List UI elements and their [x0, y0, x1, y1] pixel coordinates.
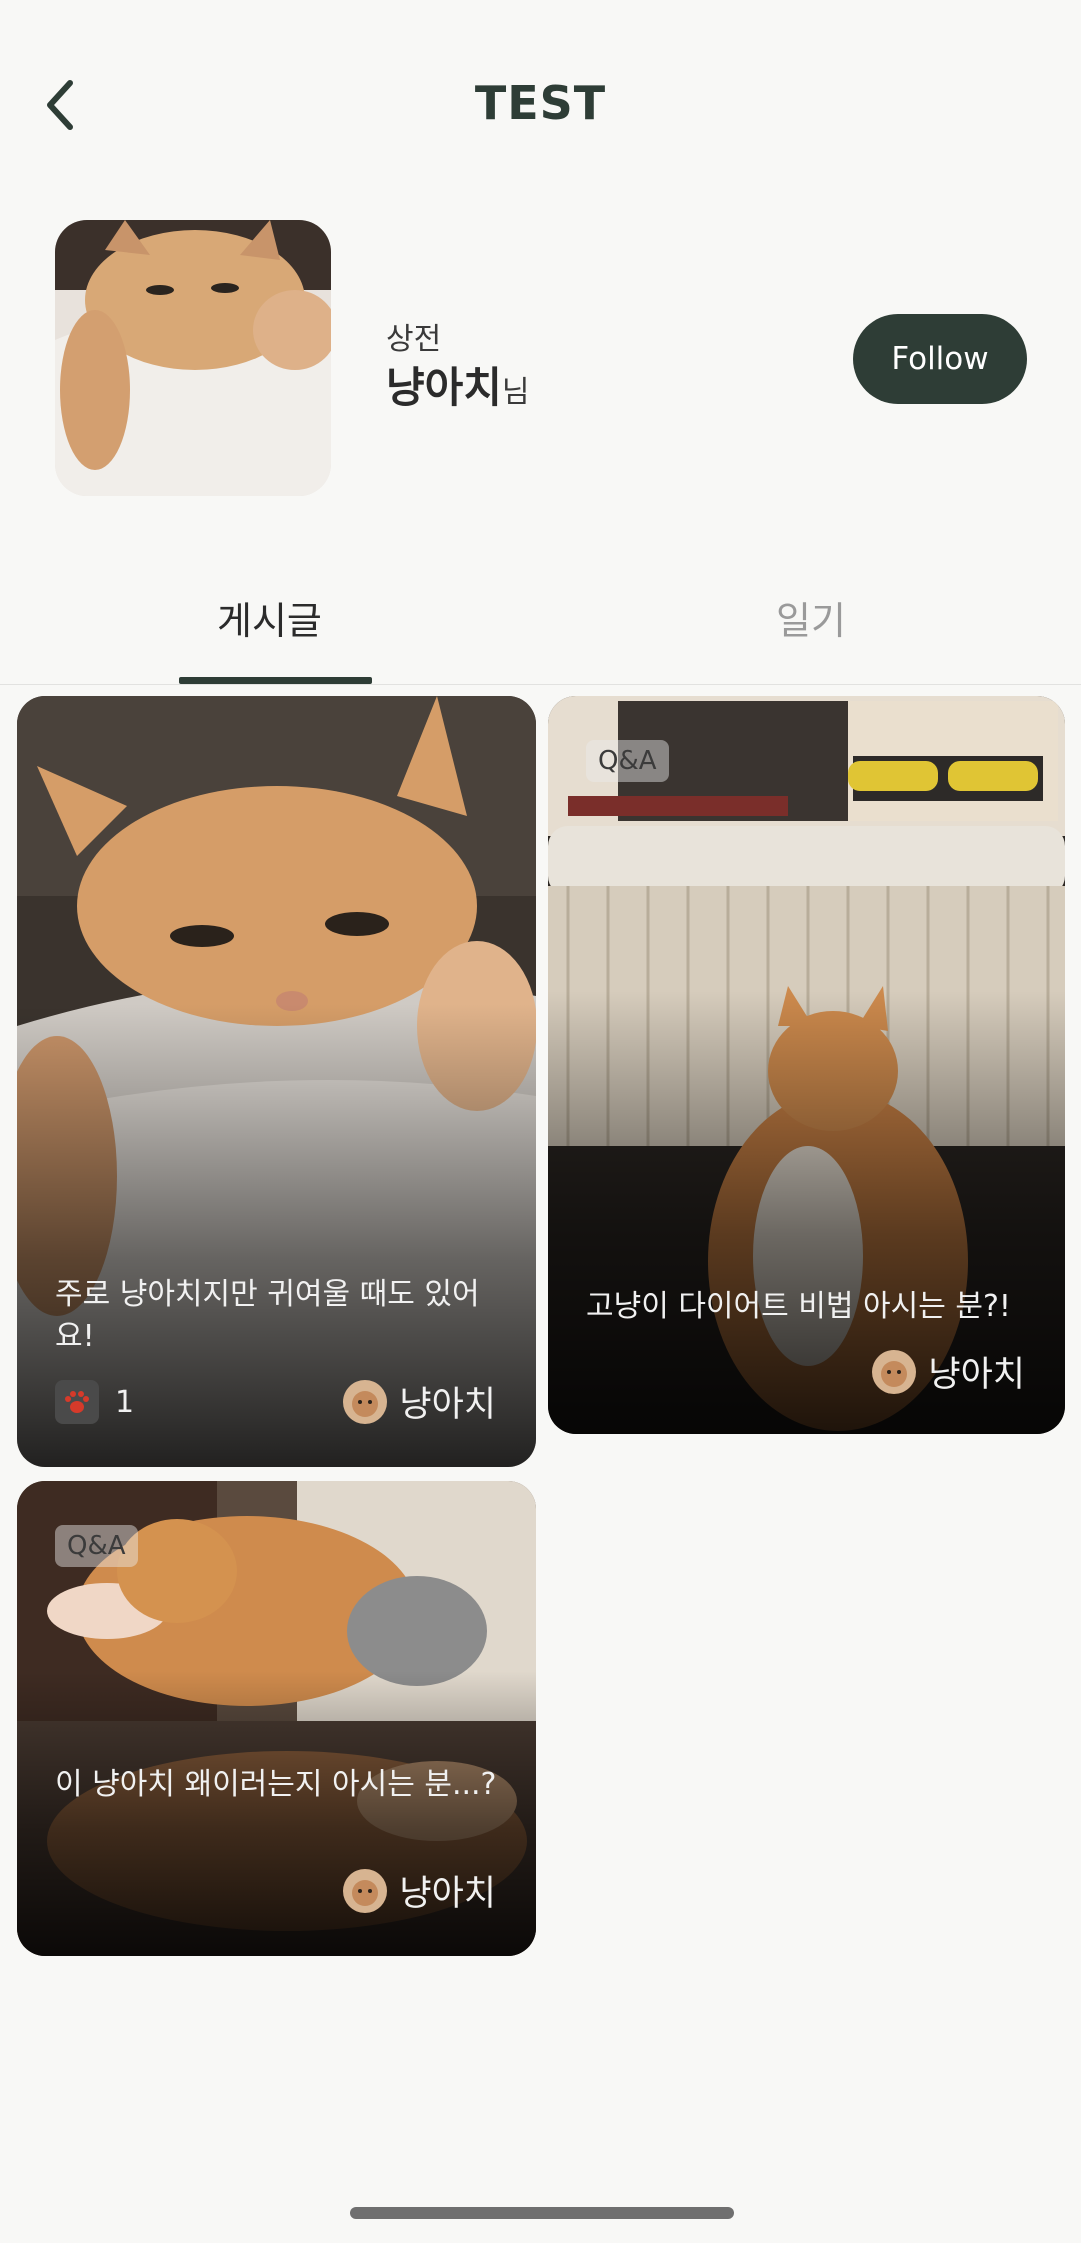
post-author: 냥아치: [343, 1376, 496, 1427]
home-indicator[interactable]: [350, 2207, 734, 2219]
post-card[interactable]: Q&A 고냥이 다이어트 비법 아시는 분?! 냥아치: [548, 696, 1065, 1434]
post-title: 주로 냥아치지만 귀여울 때도 있어요!: [55, 1277, 480, 1354]
qa-badge: Q&A: [586, 740, 669, 782]
post-card[interactable]: 주로 냥아치지만 귀여울 때도 있어요! 1 냥아치: [17, 696, 536, 1467]
post-card[interactable]: Q&A 이 냥아치 왜이러는지 아시는 분...? 냥아치: [17, 1481, 536, 1956]
profile-name: 냥아치님: [386, 354, 530, 415]
like-button[interactable]: 1: [55, 1380, 134, 1424]
author-name: 냥아치: [928, 1355, 1025, 1395]
post-title: 이 냥아치 왜이러는지 아시는 분...?: [55, 1767, 497, 1802]
tab-bar: 게시글 일기: [0, 560, 1081, 685]
tab-posts[interactable]: 게시글: [217, 590, 322, 645]
author-name: 냥아치: [399, 1874, 496, 1914]
tab-diary[interactable]: 일기: [776, 590, 846, 645]
follow-button[interactable]: Follow: [853, 314, 1027, 404]
tab-indicator: [179, 677, 372, 684]
profile-name-suffix: 님: [501, 375, 530, 410]
post-title: 고냥이 다이어트 비법 아시는 분?!: [586, 1289, 1011, 1324]
like-count: 1: [115, 1384, 135, 1420]
qa-badge: Q&A: [55, 1525, 138, 1567]
post-author: 냥아치: [872, 1346, 1025, 1397]
app-header: TEST: [0, 0, 1081, 215]
post-author: 냥아치: [343, 1865, 496, 1916]
profile-label: 상전: [386, 322, 442, 357]
author-avatar: [343, 1379, 388, 1424]
author-avatar: [872, 1349, 917, 1394]
paw-icon: [55, 1380, 99, 1424]
profile-photo: [55, 220, 331, 496]
profile-name-text: 냥아치: [386, 363, 502, 412]
author-name: 냥아치: [399, 1385, 496, 1425]
author-avatar: [343, 1868, 388, 1913]
page-title: TEST: [474, 76, 607, 130]
